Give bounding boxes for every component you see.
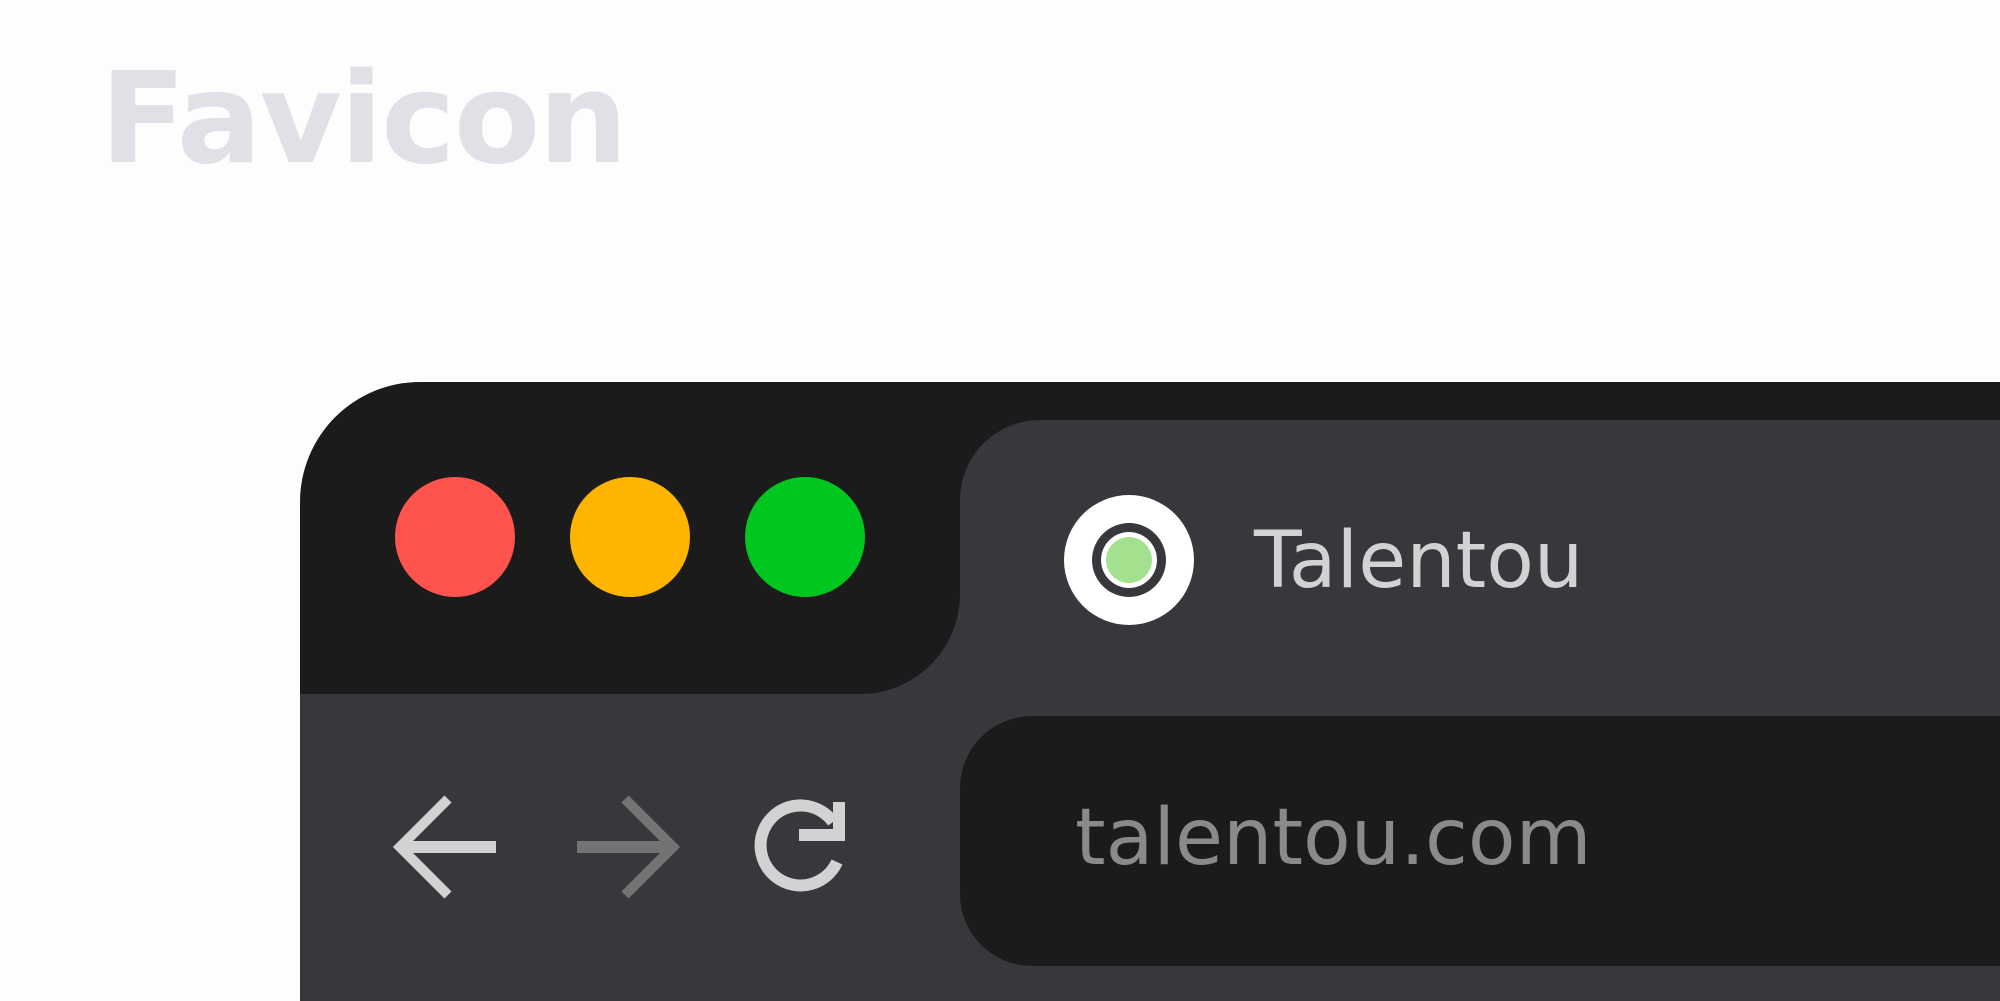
address-bar[interactable]: talentou.com [960,716,2000,966]
zoom-window-button[interactable] [745,477,865,597]
page-heading: Favicon [100,45,628,192]
browser-window-mockup: Talentou talentou.com [300,382,2000,1001]
minimize-window-button[interactable] [570,477,690,597]
favicon-icon [1064,495,1194,625]
address-url[interactable]: talentou.com [1075,793,1592,883]
back-arrow-icon[interactable] [393,792,503,902]
close-window-button[interactable] [395,477,515,597]
forward-arrow-icon[interactable] [570,792,680,902]
tab-title: Talentou [1254,516,1584,606]
tab-corner [860,594,960,694]
reload-icon[interactable] [747,792,857,902]
page: Favicon Talentou talentou.com [0,0,2000,1001]
